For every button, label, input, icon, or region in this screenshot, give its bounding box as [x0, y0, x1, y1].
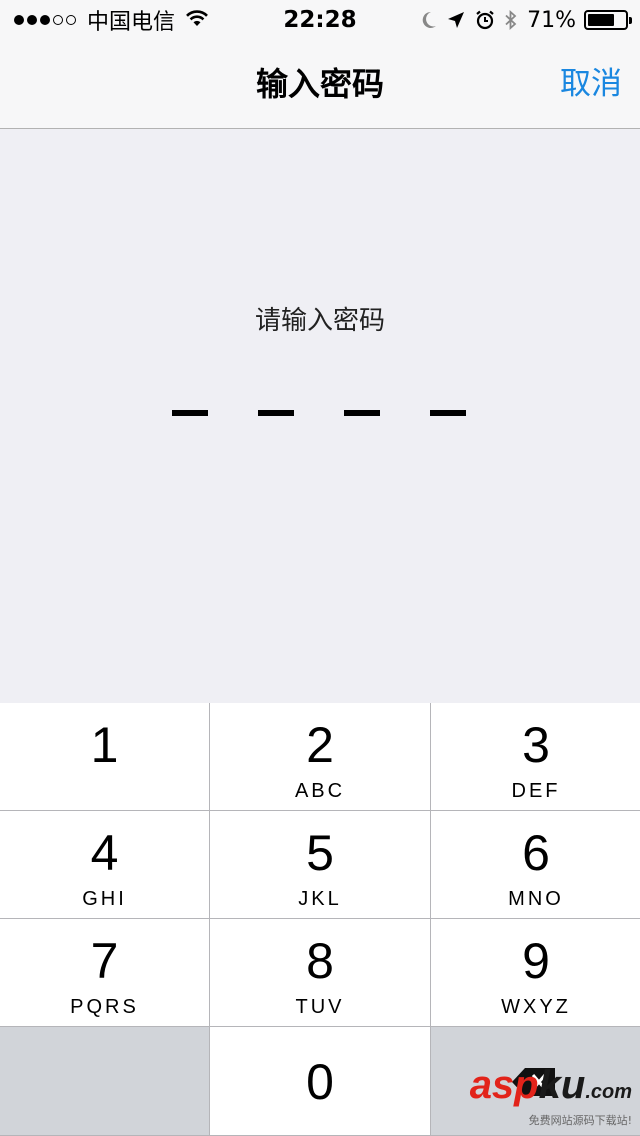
key-letters: MNO	[508, 888, 564, 910]
key-digit: 5	[306, 825, 334, 881]
key-letters: ABC	[294, 780, 346, 802]
passcode-slot	[430, 410, 466, 416]
digit-key-7[interactable]: 7 PQRS	[0, 919, 209, 1026]
digit-key-8[interactable]: 8 TUV	[210, 919, 430, 1026]
digit-key-3[interactable]: 3 DEF	[431, 703, 640, 810]
digit-key-5[interactable]: 5 JKL	[210, 811, 430, 918]
key-letters: WXYZ	[501, 996, 571, 1018]
watermark-brand-suffix: .com	[585, 1081, 632, 1103]
passcode-slots	[0, 410, 640, 420]
watermark-logo: aspku.com 免费网站源码下载站!	[470, 1065, 632, 1128]
key-letters: PQRS	[70, 996, 139, 1018]
key-digit: 3	[522, 717, 550, 773]
passcode-slot	[172, 410, 208, 416]
watermark-brand-red: asp	[469, 1063, 539, 1107]
key-letters: DEF	[511, 780, 561, 802]
digit-key-6[interactable]: 6 MNO	[431, 811, 640, 918]
key-digit: 1	[90, 717, 119, 773]
status-bar: 中国电信 22:28 71%	[0, 0, 640, 40]
watermark-tagline: 免费网站源码下载站!	[528, 1114, 632, 1127]
blank-key	[0, 1027, 209, 1135]
passcode-slot	[344, 410, 380, 416]
cancel-button[interactable]: 取消	[560, 40, 622, 128]
key-digit: 7	[90, 933, 119, 989]
key-digit: 8	[306, 933, 334, 989]
digit-key-2[interactable]: 2 ABC	[210, 703, 430, 810]
key-digit: 0	[306, 1054, 334, 1110]
watermark-brand-dark: ku	[538, 1063, 586, 1107]
status-bar-right: 71%	[411, 0, 632, 40]
key-letters: TUV	[295, 996, 345, 1018]
digit-key-0[interactable]: 0	[210, 1027, 430, 1135]
key-letters: GHI	[82, 888, 127, 910]
alarm-icon	[475, 10, 495, 30]
battery-level-fill	[588, 14, 614, 26]
key-digit: 9	[522, 933, 550, 989]
key-digit: 4	[90, 825, 119, 881]
battery-icon	[584, 10, 632, 30]
digit-key-1[interactable]: 1	[0, 703, 209, 810]
digit-key-9[interactable]: 9 WXYZ	[431, 919, 640, 1026]
navigation-bar: 输入密码 取消	[0, 40, 640, 129]
key-digit: 2	[306, 717, 334, 773]
bluetooth-icon	[505, 10, 517, 30]
battery-percentage: 71%	[527, 7, 576, 33]
moon-icon	[421, 11, 437, 29]
page-title: 输入密码	[255, 65, 384, 103]
key-digit: 6	[522, 825, 550, 881]
key-letters: JKL	[298, 888, 342, 910]
passcode-slot	[258, 410, 294, 416]
digit-key-4[interactable]: 4 GHI	[0, 811, 209, 918]
passcode-prompt: 请输入密码	[254, 306, 385, 336]
location-arrow-icon	[447, 11, 465, 29]
